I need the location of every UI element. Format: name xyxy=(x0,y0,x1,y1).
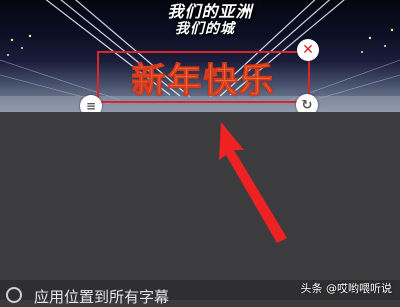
menu-icon[interactable]: ≡ xyxy=(80,95,102,112)
watermark: 头条 @哎哟喂听说 xyxy=(300,282,393,295)
video-preview: 我们的亚洲 我们的城 新年快乐 ✕ ↻ ≡ xyxy=(0,0,400,112)
text-sticker[interactable]: 新年快乐 xyxy=(97,51,310,103)
apply-all-label[interactable]: 应用位置到所有字幕 xyxy=(34,286,169,307)
lyric-line-2: 我们的城 xyxy=(175,21,235,37)
editor-panel xyxy=(0,112,400,300)
rotate-icon[interactable]: ↻ xyxy=(296,94,318,112)
close-icon[interactable]: ✕ xyxy=(297,39,319,61)
radio-icon[interactable] xyxy=(6,287,22,303)
sticker-text[interactable]: 新年快乐 xyxy=(99,53,308,101)
